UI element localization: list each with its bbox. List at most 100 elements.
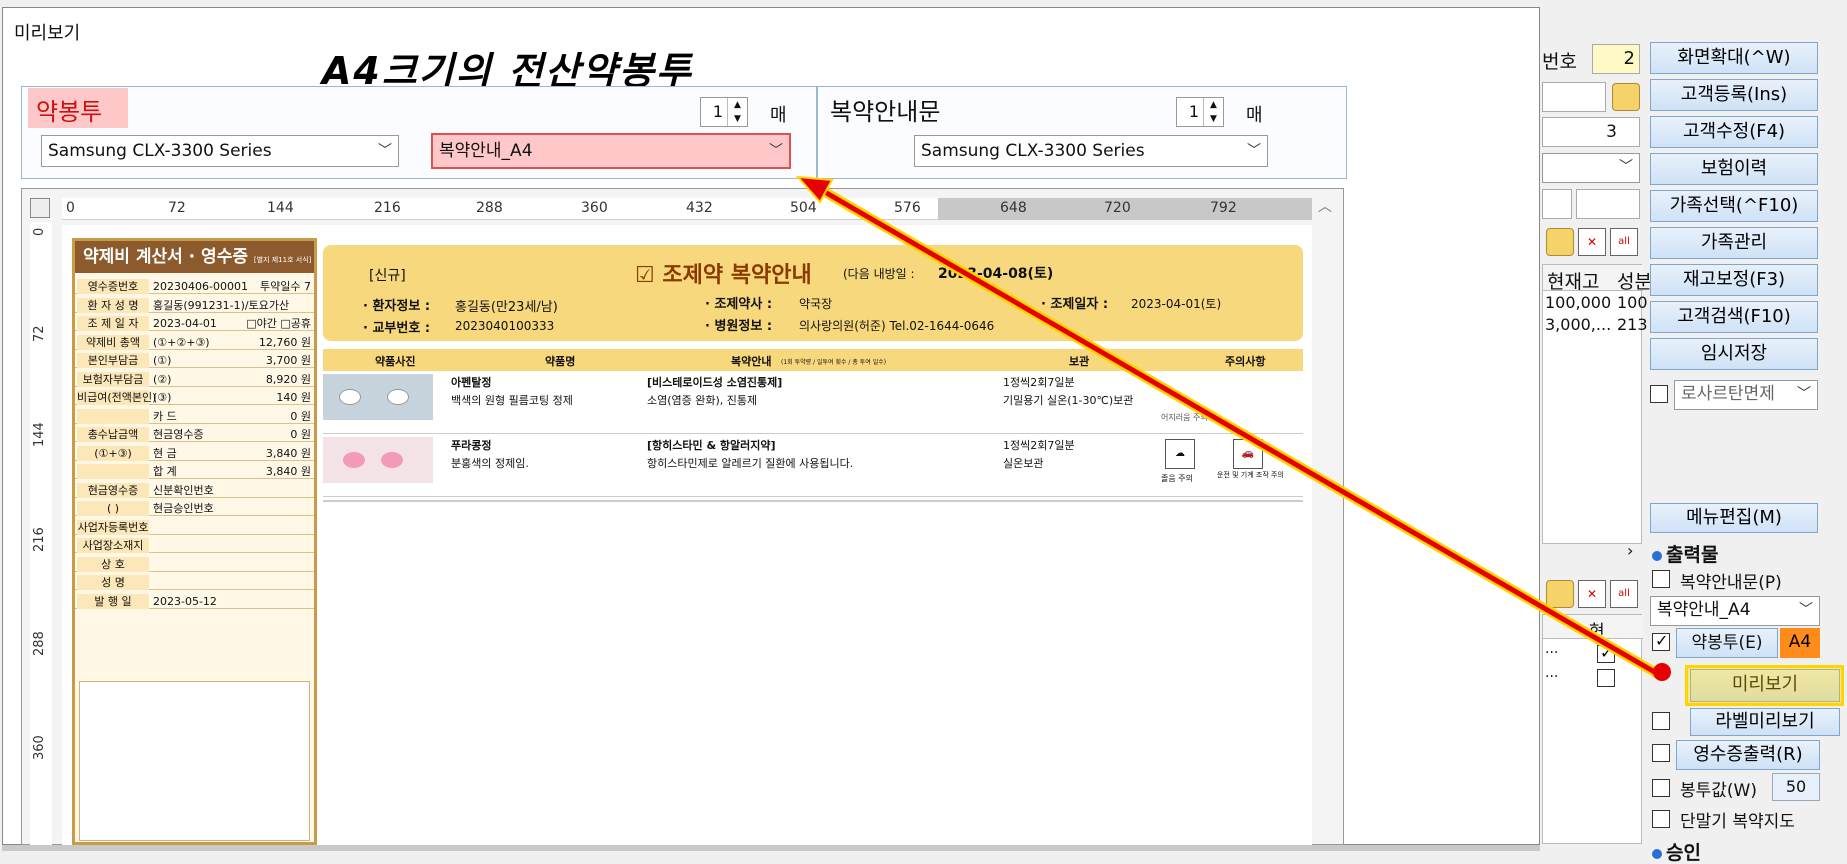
section-dot-icon (1652, 848, 1662, 859)
spin-field-3[interactable]: 3 (1542, 117, 1640, 147)
receipt-cell-v: (①) (153, 354, 172, 367)
ruler-tick: 792 (1210, 200, 1237, 216)
label-preview-button[interactable]: 라벨미리보기 (1690, 708, 1840, 736)
customer-search-button[interactable]: 고객검색(F10) (1650, 301, 1818, 333)
grid-cell: 213 (1617, 315, 1648, 334)
grid-row[interactable]: 3,000,... 213 (1543, 315, 1648, 337)
receipt-row: 본인부담금 (①) 3,700 원 (75, 353, 314, 368)
envelope-price-checkbox[interactable] (1652, 779, 1670, 797)
receipt-form: 약제비 계산서 · 영수증 [별지 제11호 서식] 영수증번호 20230406… (72, 238, 317, 845)
receipt-cell-v: 현 금 (153, 446, 177, 460)
losartan-select[interactable]: 로사르탄면제 ﹀ (1674, 380, 1818, 410)
receipt-cell-k: 환 자 성 명 (77, 297, 149, 313)
receipt-row: 성 명 (75, 575, 314, 590)
stock-adjust-button[interactable]: 재고보정(F3) (1650, 264, 1818, 296)
temp-save-button[interactable]: 임시저장 (1650, 338, 1818, 370)
receipt-cell-w: □야간 □공휴 (246, 317, 311, 330)
chevron-up-icon[interactable]: ︿ (1318, 196, 1332, 216)
guide-check-label[interactable]: 복약안내문(P) (1680, 568, 1782, 593)
receipt-row: 조 제 일 자 2023-04-01 □야간 □공휴 (75, 316, 314, 331)
delete-icon[interactable]: ✕ (1578, 228, 1606, 256)
guide-copies-unit: 매 (1246, 105, 1263, 126)
envelope-checkbox[interactable] (1652, 631, 1670, 651)
col-caution: 주의사항 (1225, 355, 1266, 368)
receipt-row: 현금영수증 신분확인번호 (75, 482, 314, 498)
ruler-tick: 144 (267, 200, 294, 216)
spinner-arrows-icon[interactable]: ▲ ▼ (727, 98, 747, 126)
drug-caution: 졸음 주의 (1161, 474, 1193, 483)
envelope-form-label: 복약안내_A4 (439, 141, 533, 161)
label-preview-checkbox[interactable] (1652, 712, 1670, 730)
receipt-cell-w: 3,840 원 (265, 446, 311, 460)
ruler-tick: 72 (32, 325, 47, 342)
field-input-4[interactable] (1542, 189, 1572, 219)
receipt-cell-k: ( ) (77, 501, 149, 516)
drug-effect-desc: 소염(염증 완화), 진통제 (647, 394, 758, 407)
eraser-icon[interactable] (1612, 83, 1640, 111)
receipt-print-checkbox[interactable] (1652, 744, 1670, 762)
envelope-form-select[interactable]: 복약안내_A4 ﹀ (431, 133, 791, 169)
drug-effect: [비스테로이드성 소염진통제] (647, 376, 783, 389)
drug-desc: 백색의 원형 필름코팅 정제 (451, 394, 573, 407)
terminal-checkbox[interactable] (1652, 810, 1670, 828)
receipt-print-button[interactable]: 영수증출력(R) (1676, 740, 1820, 770)
delete-all-icon[interactable]: all (1610, 228, 1638, 256)
grid-cell: 100,000 (1545, 293, 1612, 312)
guide-form-select[interactable]: 복약안내_A4 ﹀ (1650, 596, 1820, 626)
drowsy-warning-icon: ☁ (1165, 439, 1195, 469)
customer-register-button[interactable]: 고객등록(Ins) (1650, 79, 1818, 111)
envelope-price-field[interactable]: 50 (1772, 773, 1820, 801)
chevron-right-icon[interactable]: › (1627, 541, 1633, 560)
field-input-5[interactable] (1576, 189, 1640, 219)
lower-grid-header: 현 (1543, 615, 1643, 642)
chevron-down-icon: ﹀ (1799, 602, 1813, 618)
receipt-cell-v: 카 드 (153, 409, 177, 423)
receipt-row: 영수증번호 20230406-00001 투약일수 7 (75, 279, 314, 294)
page-divider (323, 500, 1303, 502)
zoom-screen-button[interactable]: 화면확대(^W) (1650, 42, 1818, 74)
spinner-arrows-icon[interactable]: ▲ ▼ (1203, 98, 1223, 126)
delete-all-icon[interactable]: all (1610, 580, 1638, 608)
family-select-button[interactable]: 가족선택(^F10) (1650, 190, 1818, 222)
guide-copies-spinner[interactable]: 1 ▲ ▼ (1176, 97, 1224, 127)
output-section-label: 출력물 (1666, 544, 1719, 566)
losartan-checkbox[interactable] (1650, 385, 1668, 403)
grid-checkbox[interactable] (1597, 669, 1615, 687)
field-input-2[interactable] (1542, 82, 1606, 112)
receipt-cell-v: (③) (153, 391, 172, 404)
terminal-label[interactable]: 단말기 복약지도 (1680, 807, 1795, 832)
output-section-title: 출력물 (1652, 540, 1718, 567)
col-guide: 복약안내 (731, 355, 772, 368)
receipt-row: 사업자등록번호 (75, 519, 314, 535)
envelope-price-label[interactable]: 봉투값(W) (1680, 776, 1757, 801)
ruler-tick: 144 (32, 422, 47, 447)
eraser-icon[interactable] (1546, 580, 1574, 608)
receipt-row: 합 계 3,840 원 (75, 464, 314, 479)
top-number-field[interactable]: 2 (1592, 44, 1640, 74)
family-manage-button[interactable]: 가족관리 (1650, 227, 1818, 259)
drug-dose: 1정씩2회7일분 (1003, 376, 1075, 389)
ruler-tick: 720 (1104, 200, 1131, 216)
envelope-copies-spinner[interactable]: 1 ▲ ▼ (700, 97, 748, 127)
chevron-down-icon: ﹀ (378, 143, 392, 159)
delete-icon[interactable]: ✕ (1578, 580, 1606, 608)
receipt-cell-w: 12,760 원 (258, 335, 311, 349)
customer-edit-button[interactable]: 고객수정(F4) (1650, 116, 1818, 148)
envelope-check-box[interactable]: 약봉투(E) (1676, 628, 1778, 658)
grid-checkbox[interactable] (1597, 643, 1615, 663)
drug-row[interactable]: 푸라콩정 분홍색의 정제임. [항히스타민 & 항알러지약] 항히스타민제로 알… (323, 435, 1303, 497)
main-select[interactable]: ﹀ (1542, 153, 1640, 183)
grid-cell: 100 (1617, 293, 1648, 312)
receipt-cell-k (77, 408, 149, 424)
grid-row[interactable]: 100,000 100 (1543, 293, 1648, 315)
guide-printer-select[interactable]: Samsung CLX-3300 Series ﹀ (914, 135, 1268, 167)
envelope-printer-select[interactable]: Samsung CLX-3300 Series ﹀ (41, 135, 399, 167)
patient-label: · 환자정보 : (363, 299, 431, 314)
insurance-history-button[interactable]: 보험이력 (1650, 153, 1818, 185)
envelope-check-label: 약봉투(E) (1691, 633, 1763, 653)
guide-checkbox[interactable] (1652, 570, 1670, 588)
menu-edit-button[interactable]: 메뉴편집(M) (1650, 503, 1818, 533)
drug-row[interactable]: 아펜탈정 백색의 원형 필름코팅 정제 [비스테로이드성 소염진통제] 소염(염… (323, 372, 1303, 434)
eraser-icon[interactable] (1546, 228, 1574, 256)
receipt-cell-k (77, 464, 149, 479)
